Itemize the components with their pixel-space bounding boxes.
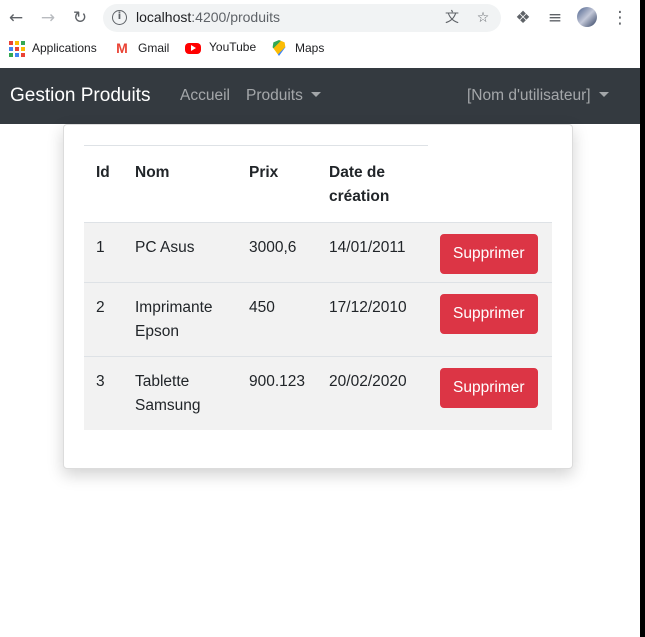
bookmark-maps[interactable]: Maps xyxy=(271,40,324,56)
header-date-creation: Date de création xyxy=(317,145,429,223)
cell-prix: 900.123 xyxy=(237,356,318,430)
navbar-brand[interactable]: Gestion Produits xyxy=(10,85,150,107)
media-queue-icon[interactable]: ≡ xyxy=(544,7,566,29)
table-row: 3 Tablette Samsung 900.123 20/02/2020 Su… xyxy=(84,356,552,430)
cell-id: 2 xyxy=(84,282,123,357)
products-card: Id Nom Prix Date de création 1 PC Asus 30… xyxy=(63,124,573,469)
table-row: 1 PC Asus 3000,6 14/01/2011 Supprimer xyxy=(84,222,552,283)
cell-id: 3 xyxy=(84,356,123,430)
browser-toolbar: ← → ↻ i localhost:4200/produits 文 ☆ ❖ ≡ … xyxy=(0,0,640,35)
extensions-puzzle-icon[interactable]: ❖ xyxy=(512,7,534,29)
reload-icon[interactable]: ↻ xyxy=(69,7,91,29)
products-table: Id Nom Prix Date de création 1 PC Asus 30… xyxy=(84,145,552,430)
header-date-line2: création xyxy=(329,188,390,205)
nav-dropdown-produits[interactable]: Produits xyxy=(246,87,321,105)
bookmark-label: Applications xyxy=(32,41,97,55)
bookmark-label: Maps xyxy=(295,41,325,55)
cell-id: 1 xyxy=(84,222,123,283)
profile-avatar[interactable] xyxy=(577,7,597,27)
gmail-icon: M xyxy=(116,40,128,56)
cell-nom: Tablette Samsung xyxy=(123,356,237,430)
back-arrow-icon[interactable]: ← xyxy=(5,7,27,29)
bookmark-label: YouTube xyxy=(209,40,257,54)
maps-icon xyxy=(272,40,286,56)
youtube-icon xyxy=(185,42,201,54)
window-edge xyxy=(640,0,645,637)
header-prix: Prix xyxy=(237,145,318,223)
site-info-icon[interactable]: i xyxy=(112,10,127,25)
bookmark-gmail[interactable]: M Gmail xyxy=(114,40,169,56)
address-bar[interactable]: i localhost:4200/produits 文 ☆ xyxy=(103,4,501,32)
bookmarks-bar: Applications M Gmail YouTube Maps xyxy=(0,37,640,61)
cell-action: Supprimer xyxy=(428,222,552,283)
forward-arrow-icon[interactable]: → xyxy=(37,7,59,29)
delete-button[interactable]: Supprimer xyxy=(440,368,538,408)
table-row: 2 Imprimante Epson 450 17/12/2010 Suppri… xyxy=(84,282,552,357)
chevron-down-icon xyxy=(598,92,609,97)
header-action xyxy=(428,146,552,223)
nav-dropdown-label: Produits xyxy=(246,87,303,104)
url-path: :4200/produits xyxy=(191,9,280,25)
browser-chrome: ← → ↻ i localhost:4200/produits 文 ☆ ❖ ≡ … xyxy=(0,0,640,68)
bookmark-star-icon[interactable]: ☆ xyxy=(475,10,491,26)
header-date-line1: Date de xyxy=(329,164,386,181)
header-id: Id xyxy=(84,145,123,223)
browser-menu-icon[interactable]: ⋮ xyxy=(609,7,631,29)
cell-nom: PC Asus xyxy=(123,222,237,283)
cell-prix: 3000,6 xyxy=(237,222,318,283)
cell-action: Supprimer xyxy=(428,356,552,430)
nav-link-accueil[interactable]: Accueil xyxy=(180,87,230,105)
chevron-down-icon xyxy=(310,92,321,97)
header-nom: Nom xyxy=(123,145,237,223)
table-header-row: Id Nom Prix Date de création xyxy=(84,145,552,223)
url-text[interactable]: localhost:4200/produits xyxy=(136,9,280,25)
cell-nom: Imprimante Epson xyxy=(123,282,237,357)
app-navbar: Gestion Produits Accueil Produits [Nom d… xyxy=(0,68,640,124)
cell-action: Supprimer xyxy=(428,282,552,357)
apps-grid-icon xyxy=(8,40,25,57)
url-host: localhost xyxy=(136,9,192,25)
delete-button[interactable]: Supprimer xyxy=(440,294,538,334)
translate-icon[interactable]: 文 xyxy=(444,10,460,26)
cell-date: 17/12/2010 xyxy=(317,282,429,357)
cell-prix: 450 xyxy=(237,282,318,357)
user-menu-dropdown[interactable]: [Nom d'utilisateur] xyxy=(467,87,609,105)
cell-date: 14/01/2011 xyxy=(317,222,429,283)
bookmark-label: Gmail xyxy=(138,41,170,55)
bookmark-applications[interactable]: Applications xyxy=(8,40,97,57)
bookmark-youtube[interactable]: YouTube xyxy=(185,40,256,54)
user-menu-label: [Nom d'utilisateur] xyxy=(467,87,591,104)
cell-date: 20/02/2020 xyxy=(317,356,429,430)
delete-button[interactable]: Supprimer xyxy=(440,234,538,274)
